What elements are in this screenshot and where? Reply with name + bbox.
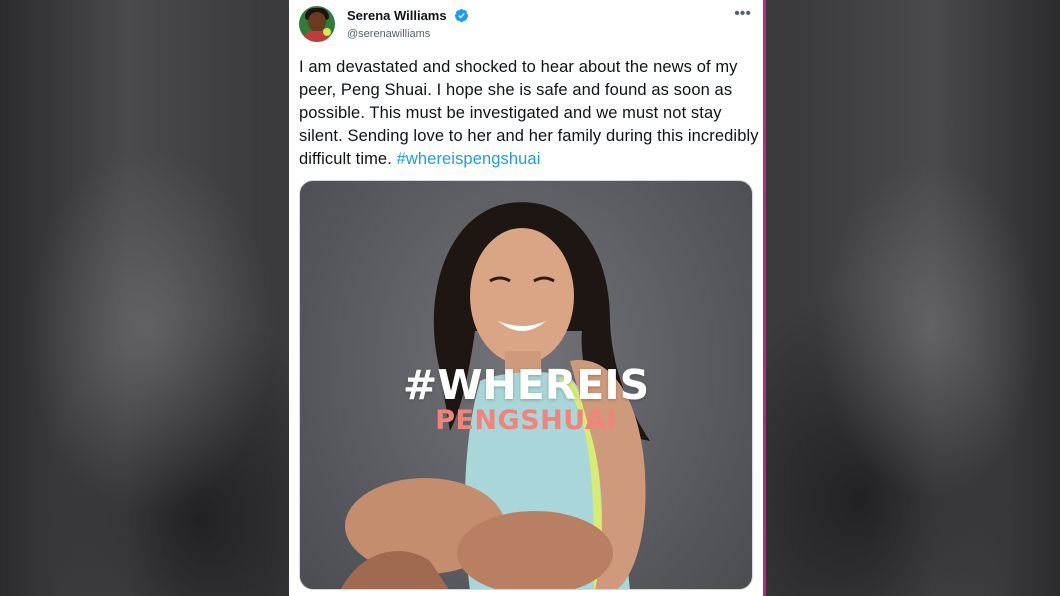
tweet-header: Serena Williams @serenawilliams ••• <box>299 6 753 46</box>
verified-badge-icon <box>454 9 469 23</box>
tweet-card: Serena Williams @serenawilliams ••• I am… <box>289 0 766 596</box>
overlay-headline: #WHEREIS <box>402 361 650 409</box>
hashtag-link[interactable]: #whereispengshuai <box>397 150 541 168</box>
avatar[interactable] <box>299 6 335 42</box>
tweet-media-image[interactable]: #WHEREIS PENGSHUAI <box>299 180 753 590</box>
more-horizontal-icon[interactable]: ••• <box>734 6 751 22</box>
tweet-text: I am devastated and shocked to hear abou… <box>299 56 761 171</box>
handle: @serenawilliams <box>347 28 431 40</box>
display-name[interactable]: Serena Williams <box>347 8 447 23</box>
overlay-subheadline: PENGSHUAI <box>435 405 617 436</box>
author-info[interactable]: Serena Williams @serenawilliams <box>347 7 469 40</box>
